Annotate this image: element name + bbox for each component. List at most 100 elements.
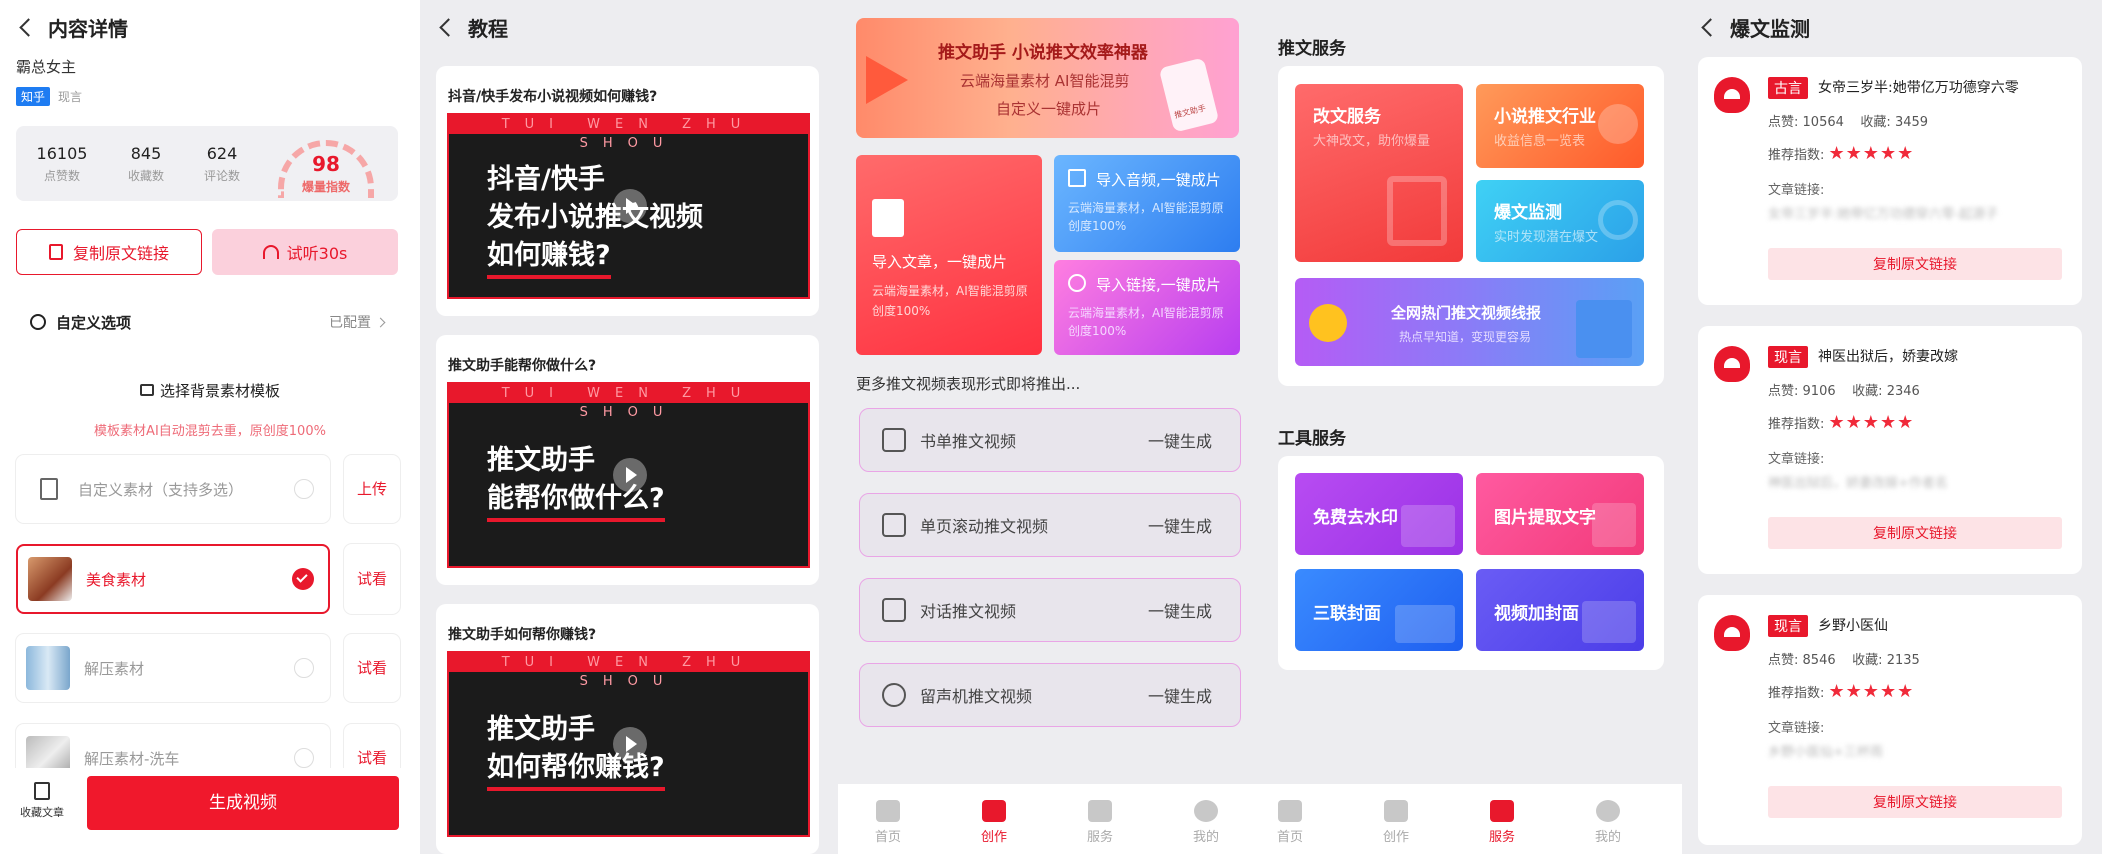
material-item-custom[interactable]: 自定义素材（支持多选） — [16, 455, 330, 523]
fav-count: 845 — [130, 144, 162, 163]
dialog-video-row[interactable]: 对话推文视频 一键生成 — [859, 578, 1241, 642]
tab-mine[interactable]: 我的 — [1176, 800, 1236, 845]
import-article-card[interactable]: 导入文章，一键成片 云端海量素材，AI智能混剪原创度100% — [856, 155, 1042, 355]
tab-service[interactable]: 服务 — [1070, 800, 1130, 845]
rewrite-service-tile[interactable]: 改文服务 大神改文，助你爆量 — [1295, 84, 1463, 262]
article-link[interactable]: 乡野小医仙+三杯雨 — [1768, 741, 1883, 760]
tab-service[interactable]: 服务 — [1472, 800, 1532, 845]
headphone-icon — [262, 245, 279, 259]
back-icon[interactable] — [430, 12, 460, 42]
tab-create[interactable]: 创作 — [1366, 800, 1426, 845]
fav-count: 2135 — [1886, 653, 1920, 668]
edit-icon — [1387, 176, 1447, 246]
save-article-label: 收藏文章 — [20, 806, 64, 819]
preview-button-food[interactable]: 试看 — [344, 544, 400, 614]
upload-button[interactable]: 上传 — [344, 455, 400, 523]
generate-video-button[interactable]: 生成视频 — [87, 776, 399, 830]
video-thumbnail[interactable]: TUI WEN ZHU SHOU 抖音/快手 发布小说推文视频 如何赚钱? — [447, 113, 810, 299]
camera-icon — [139, 384, 154, 396]
back-icon[interactable] — [1692, 12, 1722, 42]
radio-circle[interactable] — [294, 748, 314, 768]
ocr-tool[interactable]: 图片提取文字 — [1476, 473, 1644, 555]
generate-action[interactable]: 一键生成 — [1148, 428, 1212, 452]
hot-video-banner[interactable]: 全网热门推文视频线报 热点早知道，变现更容易 — [1295, 278, 1644, 366]
genre-tag: 现言 — [1768, 346, 1808, 368]
video-thumbnail[interactable]: TUI WEN ZHU SHOU 推文助手 能帮你做什么? — [447, 382, 810, 568]
play-icon[interactable] — [613, 727, 647, 761]
text-icon — [1592, 503, 1636, 547]
save-article-button[interactable]: 收藏文章 — [14, 782, 70, 820]
custom-options-row[interactable]: 自定义选项 已配置 — [16, 300, 398, 344]
tutorial-card-3[interactable]: 推文助手如何帮你赚钱? TUI WEN ZHU SHOU 推文助手 如何帮你赚钱? — [436, 604, 819, 854]
yuan-icon — [1598, 104, 1638, 144]
article-title: 乡野小医仙 — [1818, 618, 1888, 634]
video-icon — [1582, 601, 1636, 643]
play-icon[interactable] — [613, 189, 647, 223]
tab-home[interactable]: 首页 — [1262, 800, 1320, 845]
radio-circle[interactable] — [294, 479, 314, 499]
bg-template-label: 选择背景素材模板 — [159, 382, 280, 400]
import-audio-card[interactable]: 导入音频,一键成片 云端海量素材，AI智能混剪原创度100% — [1054, 155, 1240, 252]
play-triangle-icon — [866, 56, 908, 104]
import-link-card[interactable]: 导入链接,一键成片 云端海量素材，AI智能混剪原创度100% — [1054, 260, 1240, 355]
like-label: 点赞: — [1768, 653, 1799, 668]
fav-label: 收藏: — [1852, 653, 1883, 668]
service-icon — [1490, 800, 1514, 822]
thumb-line-3: 如何赚钱? — [487, 237, 611, 279]
page-title: 内容详情 — [48, 16, 128, 41]
copy-link-button[interactable]: 复制原文链接 — [1768, 248, 2062, 280]
tutorial-card-2[interactable]: 推文助手能帮你做什么? TUI WEN ZHU SHOU 推文助手 能帮你做什么? — [436, 335, 819, 585]
article-link[interactable]: 女帝三岁半:她带亿万功德穿六零-起源子 — [1768, 203, 1998, 222]
listen-button[interactable]: 试听30s — [212, 229, 398, 275]
record-video-row[interactable]: 留声机推文视频 一键生成 — [859, 663, 1241, 727]
copy-link-button[interactable]: 复制原文链接 — [1768, 517, 2062, 549]
tile-desc: 收益信息一览表 — [1494, 134, 1586, 149]
play-icon[interactable] — [613, 458, 647, 492]
copy-link-button[interactable]: 复制原文链接 — [1768, 786, 2062, 818]
genre-tag: 现言 — [1768, 615, 1808, 637]
page-title: 爆文监测 — [1730, 16, 1810, 41]
material-name: 美食素材 — [86, 570, 147, 589]
back-icon[interactable] — [10, 12, 40, 42]
tile-desc: 实时发现潜在爆文 — [1494, 230, 1599, 245]
genre-badge: 现言 — [58, 90, 83, 104]
generate-action[interactable]: 一键生成 — [1148, 598, 1212, 622]
generate-action[interactable]: 一键生成 — [1148, 513, 1212, 537]
tab-label: 我的 — [1594, 830, 1621, 845]
import-link-desc: 云端海量素材，AI智能混剪原创度100% — [1068, 306, 1224, 338]
tutorial-card-1[interactable]: 抖音/快手发布小说视频如何赚钱? TUI WEN ZHU SHOU 抖音/快手发… — [436, 66, 819, 316]
material-item-food[interactable]: 美食素材 — [16, 544, 330, 614]
check-icon[interactable] — [292, 568, 314, 590]
video-cover-tool[interactable]: 视频加封面 — [1476, 569, 1644, 651]
scroll-video-row[interactable]: 单页滚动推文视频 一键生成 — [859, 493, 1241, 557]
promo-banner[interactable]: 推文助手 小说推文效率神器 云端海量素材 AI智能混剪 自定义一键成片 推文助手 — [856, 18, 1239, 138]
industry-tile[interactable]: 小说推文行业 收益信息一览表 — [1476, 84, 1644, 168]
material-item-decompress[interactable]: 解压素材 — [16, 634, 330, 702]
tile-desc: 大神改文，助你爆量 — [1313, 134, 1431, 149]
monitor-tile[interactable]: 爆文监测 实时发现潜在爆文 — [1476, 180, 1644, 262]
generate-action[interactable]: 一键生成 — [1148, 683, 1212, 707]
preview-button-decompress[interactable]: 试看 — [344, 634, 400, 702]
alarm-logo-icon — [1714, 77, 1750, 113]
like-count: 8546 — [1802, 653, 1836, 668]
monitor-card-2: 现言 神医出狱后，娇妻改嫁 点赞: 9106 收藏: 2346 推荐指数: ★★… — [1698, 326, 2082, 574]
section-title: 推文服务 — [1278, 39, 1346, 59]
tab-home[interactable]: 首页 — [858, 800, 918, 845]
stats-row: 点赞: 10564 收藏: 3459 — [1768, 111, 1928, 130]
tile-title: 图片提取文字 — [1494, 508, 1596, 528]
play-icon — [1401, 505, 1455, 547]
like-label: 点赞: — [1768, 384, 1799, 399]
article-link[interactable]: 神医出狱后，娇妻改嫁+作者名 — [1768, 472, 1948, 491]
rating-label: 推荐指数: — [1768, 686, 1825, 701]
triple-cover-tool[interactable]: 三联封面 — [1295, 569, 1463, 651]
creation-panel: 推文助手 小说推文效率神器 云端海量素材 AI智能混剪 自定义一键成片 推文助手… — [838, 0, 1262, 854]
booklist-video-row[interactable]: 书单推文视频 一键生成 — [859, 408, 1241, 472]
video-thumbnail[interactable]: TUI WEN ZHU SHOU 推文助手 如何帮你赚钱? — [447, 651, 810, 837]
tab-mine[interactable]: 我的 — [1578, 800, 1638, 845]
monitor-card-1: 古言 女帝三岁半:她带亿万功德穿六零 点赞: 10564 收藏: 3459 推荐… — [1698, 57, 2082, 305]
radio-circle[interactable] — [294, 658, 314, 678]
platform-badge: 知乎 — [16, 87, 51, 106]
copy-link-button[interactable]: 复制原文链接 — [16, 229, 202, 275]
watermark-tool[interactable]: 免费去水印 — [1295, 473, 1463, 555]
tab-create[interactable]: 创作 — [964, 800, 1024, 845]
